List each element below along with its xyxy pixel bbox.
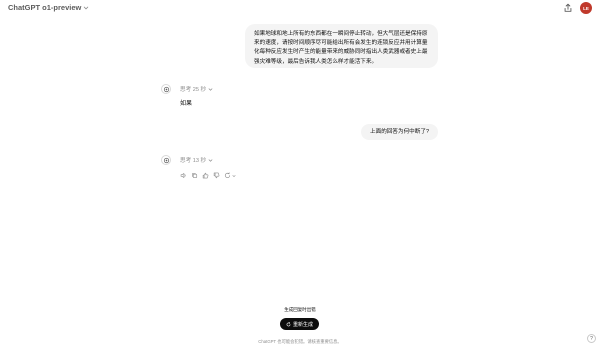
assistant-logo-icon <box>161 84 171 94</box>
thinking-toggle[interactable]: 思考 13 秒 <box>180 156 213 164</box>
user-message: 上面的回答为何中断了? <box>361 124 439 140</box>
thinking-label: 思考 25 秒 <box>180 87 207 93</box>
error-note: 生成回复时出错 <box>284 307 316 312</box>
help-button[interactable]: ? <box>587 334 596 343</box>
avatar-initials: LE <box>583 5 589 11</box>
chevron-down-icon <box>208 158 213 162</box>
footer-disclaimer: ChatGPT 也可能会犯错。请核查重要信息。 <box>258 339 342 344</box>
assistant-message-text: 如果 <box>180 101 193 107</box>
regenerate-label: 重新生成 <box>292 321 313 328</box>
assistant-logo-icon <box>161 155 171 165</box>
regenerate-button[interactable]: 重新生成 <box>280 318 319 330</box>
avatar[interactable]: LE <box>580 2 592 14</box>
speaker-icon[interactable] <box>180 172 187 179</box>
thinking-toggle[interactable]: 思考 25 秒 <box>180 85 213 93</box>
regenerate-icon <box>224 172 231 178</box>
chevron-down-icon <box>208 87 213 91</box>
share-icon[interactable] <box>563 3 573 13</box>
chevron-down-icon <box>232 174 236 177</box>
user-message: 如果地球和地上所有的东西都在一瞬间停止转动，但大气层还是保持原来的速度，请按时间… <box>245 24 438 68</box>
user-message-text: 上面的回答为何中断了? <box>370 129 430 135</box>
chevron-down-icon <box>84 6 89 9</box>
user-message-text: 如果地球和地上所有的东西都在一瞬间停止转动，但大气层还是保持原来的速度，请按时间… <box>254 31 428 65</box>
top-bar: ChatGPT o1-preview LE <box>0 0 600 18</box>
model-selector[interactable]: ChatGPT o1-preview <box>8 3 89 12</box>
thumbs-down-icon[interactable] <box>213 172 220 179</box>
copy-icon[interactable] <box>191 172 198 179</box>
regenerate-icon <box>286 321 291 326</box>
thinking-label: 思考 13 秒 <box>180 158 207 164</box>
message-actions <box>180 172 236 179</box>
help-icon: ? <box>590 335 593 342</box>
regenerate-menu[interactable] <box>224 172 236 179</box>
thumbs-up-icon[interactable] <box>202 172 209 179</box>
model-name: ChatGPT o1-preview <box>8 3 82 12</box>
